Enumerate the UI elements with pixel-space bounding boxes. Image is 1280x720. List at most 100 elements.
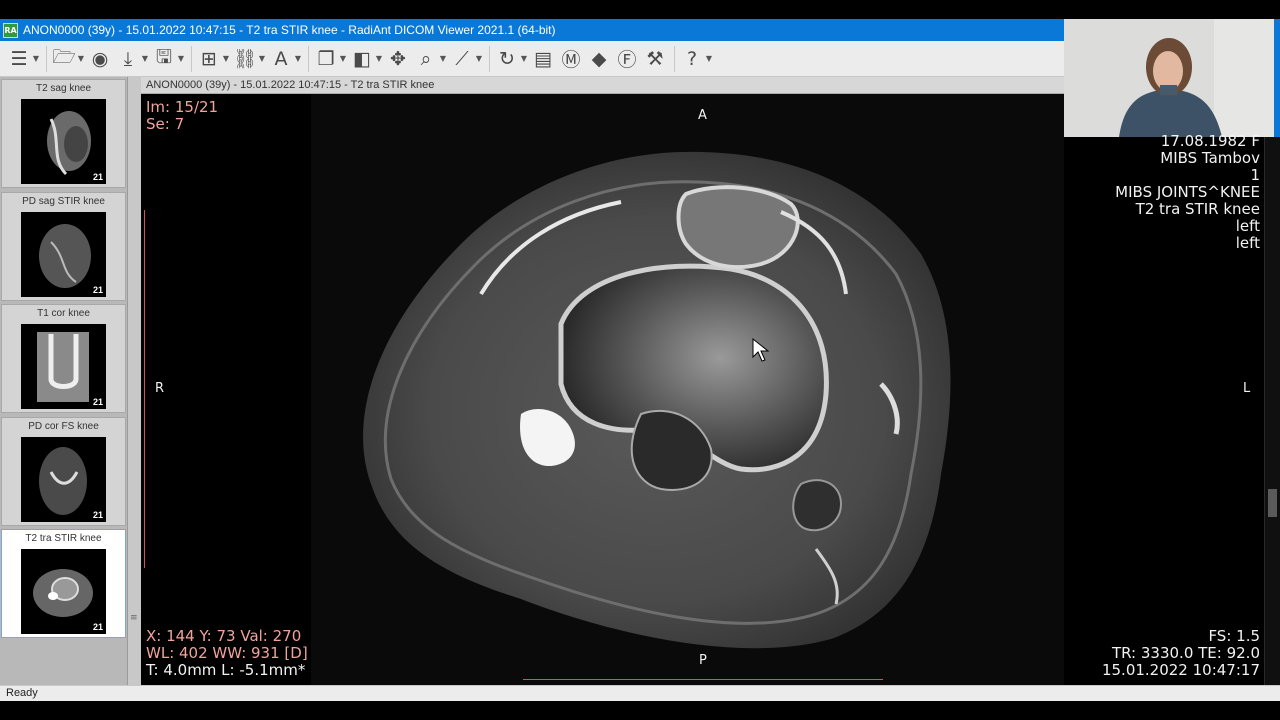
window-level-button[interactable]: ◧ ▼ [349, 45, 383, 73]
3d-icon[interactable]: ◆ [586, 46, 612, 72]
laterality-2: left [1235, 234, 1260, 252]
dropdown-arrow-icon[interactable]: ▼ [32, 54, 40, 63]
dropdown-arrow-icon[interactable]: ▼ [475, 54, 483, 63]
rotate-icon[interactable]: ↻ [494, 46, 520, 72]
orientation-left: R [155, 381, 165, 396]
tr-te-readout: TR: 3330.0 TE: 92.0 [1111, 644, 1260, 662]
horizontal-scale-ruler [523, 679, 883, 683]
dropdown-arrow-icon[interactable]: ▼ [177, 54, 185, 63]
letterbox-bottom [0, 701, 1280, 720]
overlay-bottom-left: X: 144 Y: 73 Val: 270 WL: 402 WW: 931 [D… [146, 628, 308, 679]
toolbar-separator [674, 45, 675, 72]
cursor-readout: X: 144 Y: 73 Val: 270 [146, 627, 302, 645]
layout-menu-icon[interactable]: ☰ [6, 46, 32, 72]
pan-button[interactable]: ✥ [385, 45, 411, 73]
dropdown-arrow-icon[interactable]: ▼ [141, 54, 149, 63]
fusion-button[interactable]: Ⓕ [614, 45, 640, 73]
annotation-text-button[interactable]: A ▼ [268, 45, 302, 73]
series-thumbnails: T2 sag knee 21 PD sag STIR knee 21 T1 cor kn… [0, 77, 127, 685]
dropdown-arrow-icon[interactable]: ▼ [294, 54, 302, 63]
series-stack-button[interactable]: ❐ ▼ [313, 45, 347, 73]
sidebar-splitter[interactable]: ≡ [127, 77, 141, 685]
dropdown-arrow-icon[interactable]: ▼ [339, 54, 347, 63]
overlay-top-left: Im: 15/21 Se: 7 [146, 99, 218, 133]
orientation-top: A [698, 108, 707, 123]
overlay-top-right: 17.08.1982 F MIBS Tambov 1 MIBS JOINTS^K… [1115, 133, 1260, 252]
measure-button[interactable]: ⟋ ▼ [449, 45, 483, 73]
download-icon[interactable]: ⤓ [115, 46, 141, 72]
layout-menu-button[interactable]: ☰ ▼ [6, 45, 40, 73]
dvd-icon[interactable]: ◉ [87, 46, 113, 72]
download-button[interactable]: ⤓ ▼ [115, 45, 149, 73]
zoom-icon[interactable]: ⌕ [413, 46, 439, 72]
3d-button[interactable]: ◆ [586, 45, 612, 73]
patient-birthdate-sex: 17.08.1982 F [1160, 132, 1260, 150]
series-thumbnail[interactable]: T2 tra STIR knee 21 [1, 529, 126, 638]
save-button[interactable]: 🖫 ▼ [151, 45, 185, 73]
mpr-button[interactable]: Ⓜ [558, 45, 584, 73]
tools-button[interactable]: ⚒ [642, 45, 668, 73]
series-sidebar: T2 sag knee 21 PD sag STIR knee 21 T1 cor kn… [0, 77, 141, 685]
mri-image[interactable] [141, 94, 1064, 685]
series-thumbnail[interactable]: T2 sag knee 21 [1, 79, 126, 188]
rotate-button[interactable]: ↻ ▼ [494, 45, 528, 73]
fusion-icon[interactable]: Ⓕ [614, 46, 640, 72]
laterality-1: left [1235, 217, 1260, 235]
image-scrollbar-thumb[interactable] [1268, 489, 1277, 517]
overlay-bottom-right: FS: 1.5 TR: 3330.0 TE: 92.0 15.01.2022 1… [1102, 628, 1260, 679]
image-viewport[interactable]: ANON0000 (39y) - 15.01.2022 10:47:15 - T… [141, 77, 1064, 685]
toolbar-separator [308, 45, 309, 72]
dropdown-arrow-icon[interactable]: ▼ [705, 54, 713, 63]
save-icon[interactable]: 🖫 [151, 46, 177, 72]
film-icon[interactable]: ▤ [530, 46, 556, 72]
link-icon[interactable]: ⛓ [232, 46, 258, 72]
image-count-badge: 21 [92, 622, 103, 632]
radiant-app-icon[interactable]: RA [3, 22, 18, 38]
series-preview-image[interactable]: 21 [21, 324, 106, 409]
image-scrollbar[interactable] [1264, 137, 1280, 685]
dropdown-arrow-icon[interactable]: ▼ [375, 54, 383, 63]
titlebar-edge [1274, 19, 1280, 137]
dropdown-arrow-icon[interactable]: ▼ [439, 54, 447, 63]
series-preview-image[interactable]: 21 [21, 549, 106, 634]
series-label: T1 cor knee [37, 308, 90, 319]
series-preview-image[interactable]: 21 [21, 436, 106, 522]
institution: MIBS Tambov [1160, 149, 1260, 167]
splitter-grip-icon[interactable]: ≡ [130, 614, 139, 623]
open-folder-button[interactable]: 🗁 ▼ [51, 45, 85, 73]
series-preview-image[interactable]: 21 [21, 99, 106, 184]
series-thumbnail[interactable]: PD sag STIR knee 21 [1, 191, 126, 301]
series-preview-image[interactable]: 21 [21, 211, 106, 297]
help-icon[interactable]: ? [679, 46, 705, 72]
zoom-button[interactable]: ⌕ ▼ [413, 45, 447, 73]
series-thumbnail[interactable]: PD cor FS knee 21 [1, 416, 126, 526]
dropdown-arrow-icon[interactable]: ▼ [77, 54, 85, 63]
help-button[interactable]: ? ▼ [679, 45, 713, 73]
link-button[interactable]: ⛓ ▼ [232, 45, 266, 73]
series-description: T2 tra STIR knee [1135, 200, 1260, 218]
window-level-readout: WL: 402 WW: 931 [D] [146, 644, 308, 662]
thickness-location-readout: T: 4.0mm L: -5.1mm* [146, 661, 306, 679]
film-button[interactable]: ▤ [530, 45, 556, 73]
measure-icon[interactable]: ⟋ [449, 46, 475, 72]
annotation-text-icon[interactable]: A [268, 46, 294, 72]
window-title: ANON0000 (39y) - 15.01.2022 10:47:15 - T… [23, 23, 556, 37]
layout-grid-icon[interactable]: ⊞ [196, 46, 222, 72]
pan-icon[interactable]: ✥ [385, 46, 411, 72]
dropdown-arrow-icon[interactable]: ▼ [258, 54, 266, 63]
dvd-button[interactable]: ◉ [87, 45, 113, 73]
dropdown-arrow-icon[interactable]: ▼ [520, 54, 528, 63]
window-level-icon[interactable]: ◧ [349, 46, 375, 72]
mpr-icon[interactable]: Ⓜ [558, 46, 584, 72]
open-folder-icon[interactable]: 🗁 [51, 46, 77, 72]
dropdown-arrow-icon[interactable]: ▼ [222, 54, 230, 63]
toolbar-separator [489, 45, 490, 72]
orientation-bottom: P [699, 653, 707, 668]
presenter-video [1064, 19, 1274, 137]
tools-icon[interactable]: ⚒ [642, 46, 668, 72]
series-stack-icon[interactable]: ❐ [313, 46, 339, 72]
layout-grid-button[interactable]: ⊞ ▼ [196, 45, 230, 73]
series-thumbnail[interactable]: T1 cor knee 21 [1, 304, 126, 413]
viewport-header: ANON0000 (39y) - 15.01.2022 10:47:15 - T… [141, 77, 1064, 94]
webcam-overlay [1064, 19, 1274, 137]
